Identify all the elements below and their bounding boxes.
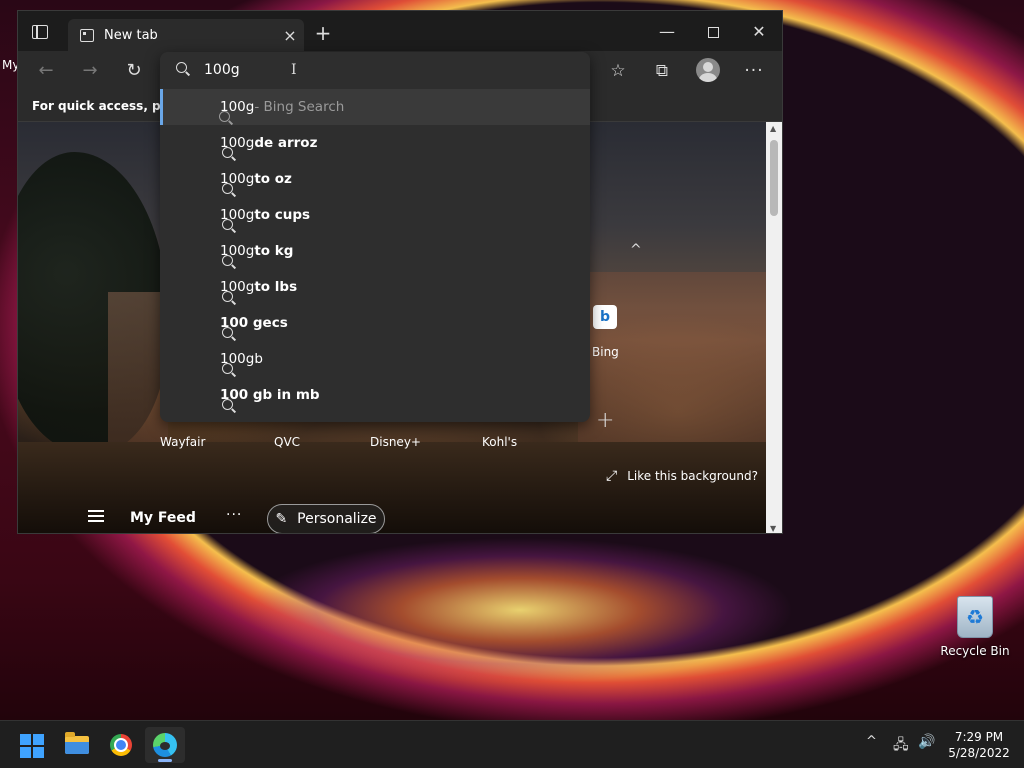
quick-link-qvc[interactable]: QVC (274, 435, 300, 449)
tab-actions-icon[interactable] (32, 25, 48, 39)
suggestion-suffix: to cups (254, 207, 311, 223)
search-icon (222, 183, 236, 197)
expand-icon: ⤢ (606, 468, 618, 484)
search-icon (222, 363, 236, 377)
search-icon (222, 219, 236, 233)
bing-quick-link-label[interactable]: Bing (592, 345, 619, 359)
pencil-icon: ✎ (275, 511, 288, 527)
favorites-icon[interactable]: ☆ (606, 59, 630, 83)
suggestion-item[interactable]: 100g to cups (160, 197, 590, 233)
start-tile (33, 747, 44, 758)
minimize-button[interactable]: — (644, 21, 690, 43)
maximize-button[interactable] (690, 21, 736, 43)
collapse-chevron-icon[interactable]: ^ (630, 242, 642, 258)
suggestion-list: 100g - Bing Search 100g de arroz 100g to… (160, 89, 590, 413)
clock-time: 7:29 PM (954, 730, 1004, 744)
my-feed-tab[interactable]: My Feed (130, 510, 196, 526)
suggestion-item[interactable]: 100g de arroz (160, 125, 590, 161)
address-bar-dropdown: I 100g - Bing Search 100g de arroz 100g … (160, 52, 590, 422)
address-bar: I (160, 52, 590, 88)
suggestion-item[interactable]: 100g - Bing Search (160, 89, 590, 125)
quick-link-wayfair[interactable]: Wayfair (160, 435, 205, 449)
volume-icon[interactable]: 🔊 (918, 734, 935, 750)
background-building-left (108, 292, 168, 442)
scroll-down-arrow-icon[interactable]: ▼ (770, 524, 776, 533)
wallpaper-glow (170, 520, 870, 720)
suggestion-suffix: to oz (254, 171, 292, 187)
scroll-up-arrow-icon[interactable]: ▲ (770, 124, 776, 133)
search-icon (176, 62, 190, 76)
active-app-indicator (158, 759, 172, 762)
back-button[interactable]: ← (34, 59, 58, 83)
quick-link-kohls[interactable]: Kohl's (482, 435, 517, 449)
suggestion-item[interactable]: 100 gecs (160, 305, 590, 341)
new-tab-page-icon (80, 28, 94, 42)
refresh-button[interactable]: ↻ (122, 59, 146, 83)
suggestion-item[interactable]: 100g to lbs (160, 269, 590, 305)
system-clock[interactable]: 7:29 PM 5/28/2022 (944, 729, 1014, 761)
chrome-icon (110, 734, 132, 756)
feed-bar: My Feed ··· ✎ Personalize (18, 502, 766, 533)
close-window-button[interactable]: ✕ (736, 21, 782, 43)
title-bar: New tab × + — ✕ (18, 11, 782, 51)
tab-new-tab[interactable]: New tab × (68, 19, 304, 51)
profile-avatar[interactable] (696, 58, 720, 82)
maximize-icon (707, 27, 719, 38)
collections-icon[interactable]: ⧉ (650, 59, 674, 83)
address-input[interactable] (204, 60, 564, 80)
recycle-bin-shortcut[interactable]: Recycle Bin (940, 596, 1010, 658)
personalize-label: Personalize (297, 511, 377, 527)
suggestion-item[interactable]: 100g to oz (160, 161, 590, 197)
settings-more-button[interactable]: ··· (742, 59, 766, 83)
start-button-windows-icon[interactable] (20, 734, 44, 758)
text-cursor-icon: I (291, 62, 297, 78)
suggestion-item[interactable]: 100gb (160, 341, 590, 377)
quick-link-disney[interactable]: Disney+ (370, 435, 421, 449)
add-site-button[interactable]: + (596, 408, 614, 433)
start-tile (20, 747, 31, 758)
suggestion-suffix: - Bing Search (254, 99, 345, 115)
suggestion-item[interactable]: 100 gb in mb (160, 377, 590, 413)
like-background-button[interactable]: ⤢ Like this background? (606, 468, 758, 484)
edge-taskbar-button[interactable] (145, 727, 185, 763)
edge-icon (153, 733, 177, 757)
favorites-bar-hint: For quick access, place your favorites h… (32, 99, 160, 113)
show-hidden-icons-chevron-icon[interactable]: ^ (866, 734, 877, 749)
feed-more-button[interactable]: ··· (226, 507, 242, 523)
page-scrollbar[interactable]: ▲ ▼ (766, 122, 782, 533)
search-icon (219, 111, 233, 125)
search-icon (222, 399, 236, 413)
clock-date: 5/28/2022 (948, 746, 1010, 760)
hamburger-menu-icon[interactable] (88, 510, 104, 522)
recycle-bin-icon (957, 596, 993, 638)
taskbar: ^ 🖧 🔊 7:29 PM 5/28/2022 (0, 720, 1024, 768)
recycle-bin-label: Recycle Bin (940, 644, 1010, 658)
chrome-taskbar-button[interactable] (101, 727, 141, 763)
bing-quick-link-icon[interactable]: b (593, 305, 617, 329)
search-icon (222, 255, 236, 269)
suggestion-item[interactable]: 100g to kg (160, 233, 590, 269)
new-tab-button[interactable]: + (314, 23, 332, 43)
suggestion-suffix: to kg (254, 243, 294, 259)
search-icon (222, 291, 236, 305)
suggestion-suffix: de arroz (254, 135, 318, 151)
start-tile (20, 734, 31, 745)
suggestion-suffix: to lbs (254, 279, 298, 295)
search-icon (222, 147, 236, 161)
network-icon[interactable]: 🖧 (893, 734, 909, 758)
start-tile (33, 734, 44, 745)
personalize-button[interactable]: ✎ Personalize (267, 504, 385, 533)
tab-close-icon[interactable]: × (276, 26, 304, 45)
search-icon (222, 327, 236, 341)
forward-button[interactable]: → (78, 59, 102, 83)
file-explorer-taskbar-button[interactable] (57, 727, 97, 763)
scroll-thumb[interactable] (770, 140, 778, 216)
like-background-label: Like this background? (627, 469, 758, 483)
tab-title: New tab (104, 27, 158, 43)
folder-icon (65, 732, 89, 754)
